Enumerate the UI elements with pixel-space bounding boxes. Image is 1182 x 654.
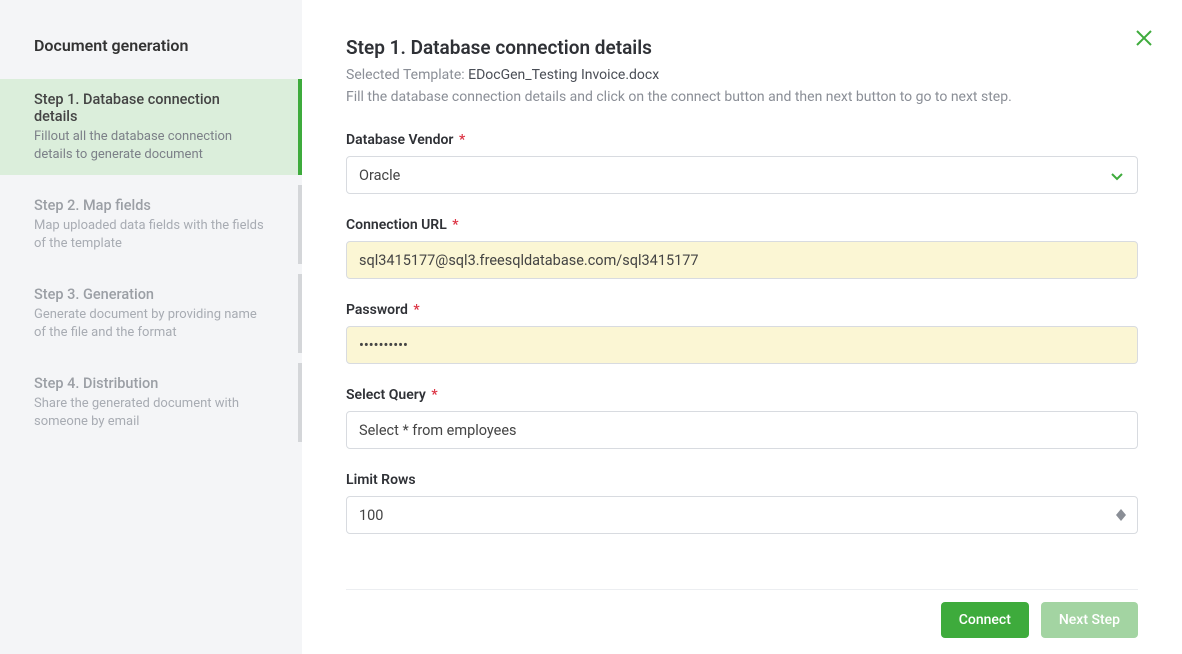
sidebar-title: Document generation: [0, 0, 302, 79]
required-indicator: *: [428, 387, 438, 403]
sidebar-step-title: Step 3. Generation: [34, 286, 264, 303]
vendor-label: Database Vendor *: [346, 132, 465, 148]
required-indicator: *: [455, 132, 465, 148]
selected-template-label: Selected Template:: [346, 67, 468, 83]
query-label: Select Query *: [346, 387, 438, 403]
connection-url-input[interactable]: [346, 241, 1138, 279]
query-input[interactable]: [346, 411, 1138, 449]
main-panel: Step 1. Database connection details Sele…: [302, 0, 1182, 654]
sidebar-step-desc: Share the generated document with someon…: [34, 395, 264, 430]
sidebar-step-4[interactable]: Step 4. Distribution Share the generated…: [0, 363, 302, 442]
wizard-sidebar: Document generation Step 1. Database con…: [0, 0, 302, 654]
sidebar-step-desc: Map uploaded data fields with the fields…: [34, 217, 264, 252]
connect-button[interactable]: Connect: [941, 602, 1029, 638]
required-indicator: *: [410, 302, 420, 318]
sidebar-step-1[interactable]: Step 1. Database connection details Fill…: [0, 79, 302, 175]
sidebar-step-title: Step 2. Map fields: [34, 197, 264, 214]
password-input[interactable]: [346, 326, 1138, 364]
close-icon: [1132, 26, 1156, 50]
sidebar-step-3[interactable]: Step 3. Generation Generate document by …: [0, 274, 302, 353]
connection-url-label: Connection URL *: [346, 217, 459, 233]
password-label: Password *: [346, 302, 420, 318]
limit-label: Limit Rows: [346, 472, 416, 488]
step-instructions: Fill the database connection details and…: [346, 89, 1138, 105]
sidebar-step-desc: Generate document by providing name of t…: [34, 306, 264, 341]
selected-template: Selected Template: EDocGen_Testing Invoi…: [346, 67, 1138, 83]
sidebar-step-title: Step 4. Distribution: [34, 375, 264, 392]
selected-template-name: EDocGen_Testing Invoice.docx: [468, 67, 659, 83]
required-indicator: *: [449, 217, 459, 233]
sidebar-step-title: Step 1. Database connection details: [34, 91, 264, 125]
close-button[interactable]: [1132, 26, 1156, 50]
sidebar-step-desc: Fillout all the database connection deta…: [34, 128, 264, 163]
next-step-button[interactable]: Next Step: [1041, 602, 1138, 638]
limit-input[interactable]: [346, 496, 1138, 534]
page-title: Step 1. Database connection details: [346, 36, 1138, 59]
footer-actions: Connect Next Step: [346, 589, 1138, 654]
sidebar-step-2[interactable]: Step 2. Map fields Map uploaded data fie…: [0, 185, 302, 264]
vendor-select[interactable]: [346, 156, 1138, 194]
